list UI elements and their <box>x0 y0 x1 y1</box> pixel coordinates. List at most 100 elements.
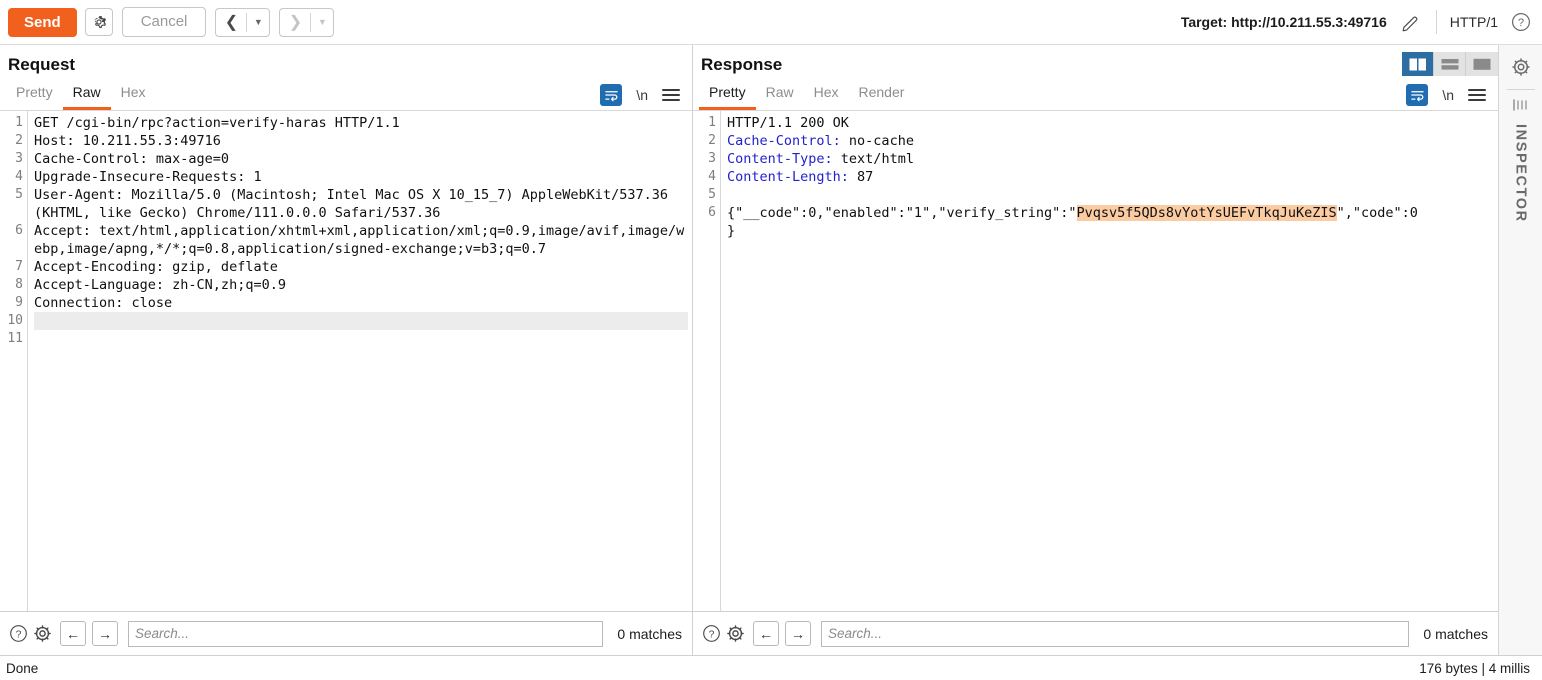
response-line: Cache-Control: no-cache <box>727 133 914 149</box>
request-search-next-button[interactable]: → <box>92 621 118 646</box>
response-line-numbers: 1 2 3 4 5 6 <box>693 111 721 611</box>
request-line: Host: 10.211.55.3:49716 <box>34 133 221 149</box>
cancel-button[interactable]: Cancel <box>121 7 207 37</box>
arrow-right-icon: → <box>98 625 112 642</box>
send-button[interactable]: Send <box>8 7 77 37</box>
response-menu-button[interactable] <box>1468 89 1486 101</box>
status-bar: Done 176 bytes | 4 millis <box>0 655 1542 680</box>
hamburger-menu-icon <box>1468 99 1486 101</box>
collapse-panel-icon <box>1512 99 1527 111</box>
line-number: 8 <box>15 277 23 292</box>
question-circle-icon: ? <box>1512 13 1530 31</box>
request-search-prev-button[interactable]: ← <box>60 621 86 646</box>
verify-string-highlight: Pvqsv5f5QDs8vYotYsUEFvTkqJuKeZIS <box>1076 205 1337 221</box>
layout-stacked-button[interactable] <box>1434 52 1466 76</box>
gear-icon <box>94 16 106 28</box>
gear-icon <box>33 625 51 642</box>
response-header-name: Content-Type: <box>727 151 833 167</box>
layout-toggle-group <box>1402 52 1498 76</box>
collapse-inspector-button[interactable] <box>1512 98 1530 112</box>
arrow-right-icon: → <box>791 625 805 642</box>
line-number: 3 <box>15 151 23 166</box>
burp-repeater-window: Send Cancel ❮ ▼ ❯ ▼ Target: http://10.21… <box>0 0 1542 680</box>
top-toolbar: Send Cancel ❮ ▼ ❯ ▼ Target: http://10.21… <box>0 0 1542 45</box>
stacked-layout-icon <box>1441 58 1458 70</box>
line-number: 4 <box>708 169 716 184</box>
response-search-prev-button[interactable]: ← <box>753 621 779 646</box>
request-menu-button[interactable] <box>662 89 680 101</box>
hamburger-menu-icon <box>662 94 680 96</box>
gear-icon <box>726 625 744 642</box>
request-body-text[interactable]: GET /cgi-bin/rpc?action=verify-haras HTT… <box>28 111 692 611</box>
tab-response-hex[interactable]: Hex <box>804 82 849 110</box>
response-word-wrap-button[interactable] <box>1406 84 1429 106</box>
response-editor-inner: 1 2 3 4 5 6 HTTP/1.1 200 OK Cache-Control: no-… <box>693 111 1498 611</box>
response-header: Response Pretty Raw Hex Render \n <box>693 45 1498 110</box>
request-line <box>34 312 688 330</box>
request-match-count: 0 matches <box>617 625 682 642</box>
layout-side-by-side-button[interactable] <box>1402 52 1434 76</box>
line-number: 6 <box>15 223 23 238</box>
line-number: 3 <box>708 151 716 166</box>
inspector-settings-button[interactable] <box>1508 54 1534 80</box>
help-button[interactable]: ? <box>1510 11 1532 33</box>
request-search-help-button[interactable]: ? <box>6 622 30 646</box>
request-header: Request Pretty Raw Hex \n <box>0 45 692 110</box>
response-line: Content-Length: 87 <box>727 169 874 185</box>
response-tabs: Pretty Raw Hex Render \n <box>693 82 1498 110</box>
layout-single-button[interactable] <box>1466 52 1498 76</box>
next-request-button[interactable]: ❯ ▼ <box>279 7 335 37</box>
response-match-count: 0 matches <box>1423 625 1488 642</box>
response-search-input[interactable] <box>821 620 1410 647</box>
hamburger-menu-icon <box>1468 94 1486 96</box>
tab-response-render[interactable]: Render <box>849 82 915 110</box>
response-body-text[interactable]: HTTP/1.1 200 OK Cache-Control: no-cache Co… <box>721 111 1498 611</box>
request-line: Cache-Control: max-age=0 <box>34 151 230 167</box>
status-left-text: Done <box>6 660 39 676</box>
inspector-label[interactable]: INSPECTOR <box>1513 124 1529 223</box>
svg-text:?: ? <box>1518 17 1524 29</box>
tab-request-raw[interactable]: Raw <box>62 82 111 110</box>
line-number: 6 <box>708 205 716 220</box>
response-line: Content-Type: text/html <box>727 151 914 167</box>
response-newline-button[interactable]: \n <box>1442 87 1454 103</box>
edit-target-button[interactable] <box>1399 10 1423 34</box>
single-layout-icon <box>1473 58 1491 70</box>
line-number: 2 <box>708 133 716 148</box>
response-editor-tools: \n <box>1406 84 1498 110</box>
response-title: Response <box>701 55 783 74</box>
send-settings-button[interactable] <box>84 8 113 36</box>
response-pane: Response Pretty Raw Hex Render \n 1 2 3 … <box>692 45 1498 655</box>
prev-dropdown-caret-icon[interactable]: ▼ <box>247 9 269 36</box>
response-editor[interactable]: 1 2 3 4 5 6 HTTP/1.1 200 OK Cache-Control: no-… <box>693 110 1498 611</box>
request-newline-button[interactable]: \n <box>636 87 648 103</box>
request-editor[interactable]: 1 2 3 4 5 6 7 8 9 10 11 GET /cgi-bin/rpc?action=ve… <box>0 110 692 611</box>
prev-request-button[interactable]: ❮ ▼ <box>215 7 271 37</box>
request-line <box>34 330 688 348</box>
status-right-text: 176 bytes | 4 millis <box>1419 660 1530 676</box>
response-search-settings-button[interactable] <box>723 622 747 646</box>
line-number <box>693 222 716 240</box>
request-tabs: Pretty Raw Hex \n <box>0 82 692 110</box>
tab-response-raw[interactable]: Raw <box>756 82 804 110</box>
tab-response-pretty[interactable]: Pretty <box>699 82 756 110</box>
next-dropdown-caret-icon[interactable]: ▼ <box>311 9 333 36</box>
word-wrap-icon <box>605 90 618 101</box>
request-word-wrap-button[interactable] <box>600 84 623 106</box>
line-number: 1 <box>15 115 23 130</box>
line-number: 1 <box>708 115 716 130</box>
response-line <box>727 186 1494 204</box>
request-search-bar: ? ← → Search... 0 matches <box>0 611 692 655</box>
request-search-input[interactable] <box>128 620 604 647</box>
response-search-help-button[interactable]: ? <box>699 622 723 646</box>
toolbar-divider <box>1435 10 1437 34</box>
response-search-next-button[interactable]: → <box>785 621 811 646</box>
request-line: User-Agent: Mozilla/5.0 (Macintosh; Inte… <box>34 187 677 221</box>
tab-request-hex[interactable]: Hex <box>111 82 156 110</box>
rail-divider <box>1506 89 1535 90</box>
tab-request-pretty[interactable]: Pretty <box>6 82 63 110</box>
request-line: Upgrade-Insecure-Requests: 1 <box>34 169 262 185</box>
request-search-settings-button[interactable] <box>30 622 54 646</box>
hamburger-menu-icon <box>1468 89 1486 91</box>
request-pane: Request Pretty Raw Hex \n 1 2 3 4 5 6 7 … <box>0 45 692 655</box>
